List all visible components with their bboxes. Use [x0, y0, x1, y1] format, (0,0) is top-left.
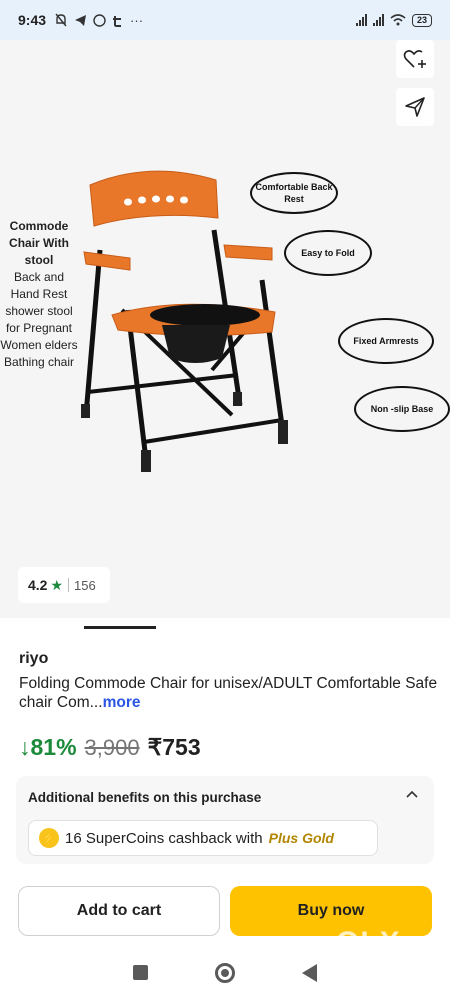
home-button[interactable] [214, 962, 235, 983]
rating-chip[interactable]: 4.2 ★ 156 [18, 567, 110, 603]
wifi-icon [390, 14, 406, 26]
side-text-title: Commode Chair With stool [9, 219, 69, 267]
more-link[interactable]: more [103, 694, 141, 711]
rating-divider [68, 578, 70, 592]
selling-price: ₹753 [147, 734, 201, 760]
status-bar: 9:43 ··· 23 [0, 0, 450, 40]
supercoins-text: 16 SuperCoins cashback with [65, 829, 263, 847]
product-title: Folding Commode Chair for unisex/ADULT C… [19, 674, 439, 712]
buy-now-button[interactable]: Buy now [230, 886, 432, 936]
signal-icon [355, 14, 367, 26]
notification-icons: ··· [54, 13, 143, 28]
telegram-icon [75, 14, 87, 26]
supercoins-chip[interactable]: ⚡ 16 SuperCoins cashback with Plus Gold [28, 820, 378, 856]
truecaller-icon [113, 15, 122, 27]
brand-name[interactable]: riyo [19, 650, 48, 668]
battery-icon: 23 [411, 13, 432, 27]
signal-icon [372, 14, 384, 26]
whatsapp-icon [93, 13, 106, 27]
back-button[interactable] [301, 963, 317, 982]
rating-value: 4.2 [28, 577, 48, 593]
callout-base: Non -slip Base [354, 386, 450, 432]
heart-plus-icon [403, 50, 426, 68]
mrp-price: 3,900 [84, 735, 140, 760]
benefits-panel: Additional benefits on this purchase ⚡ 1… [16, 776, 434, 864]
plus-gold-label: Plus Gold [268, 830, 334, 846]
mute-icon [55, 13, 67, 27]
wishlist-button[interactable] [396, 40, 434, 78]
add-to-cart-button[interactable]: Add to cart [18, 886, 220, 936]
status-time: 9:43 [18, 12, 47, 28]
system-nav-bar [0, 945, 450, 1000]
star-icon: ★ [50, 576, 64, 593]
share-icon [405, 97, 425, 117]
callout-armrests: Fixed Armrests [338, 318, 434, 364]
chevron-up-icon[interactable] [404, 786, 420, 802]
image-side-text: Commode Chair With stool Back and Hand R… [0, 218, 78, 371]
share-button[interactable] [396, 88, 434, 126]
discount-percent: ↓81% [19, 734, 77, 760]
side-text-body: Back and Hand Rest shower stool for Preg… [0, 270, 78, 369]
price-row: ↓81% 3,900 ₹753 [19, 734, 201, 761]
gallery-page-indicator [84, 626, 156, 629]
callout-fold: Easy to Fold [284, 230, 372, 276]
product-image-gallery[interactable]: Commode Chair With stool Back and Hand R… [0, 40, 450, 618]
benefits-title: Additional benefits on this purchase [28, 790, 262, 805]
supercoin-icon: ⚡ [39, 828, 59, 848]
callout-back-rest: Comfortable Back Rest [250, 172, 338, 214]
more-dots-icon: ··· [130, 12, 144, 28]
status-right: 23 [355, 13, 432, 27]
rating-count: 156 [74, 577, 96, 593]
product-title-text: Folding Commode Chair for unisex/ADULT C… [19, 675, 438, 711]
recents-button[interactable] [133, 965, 149, 980]
